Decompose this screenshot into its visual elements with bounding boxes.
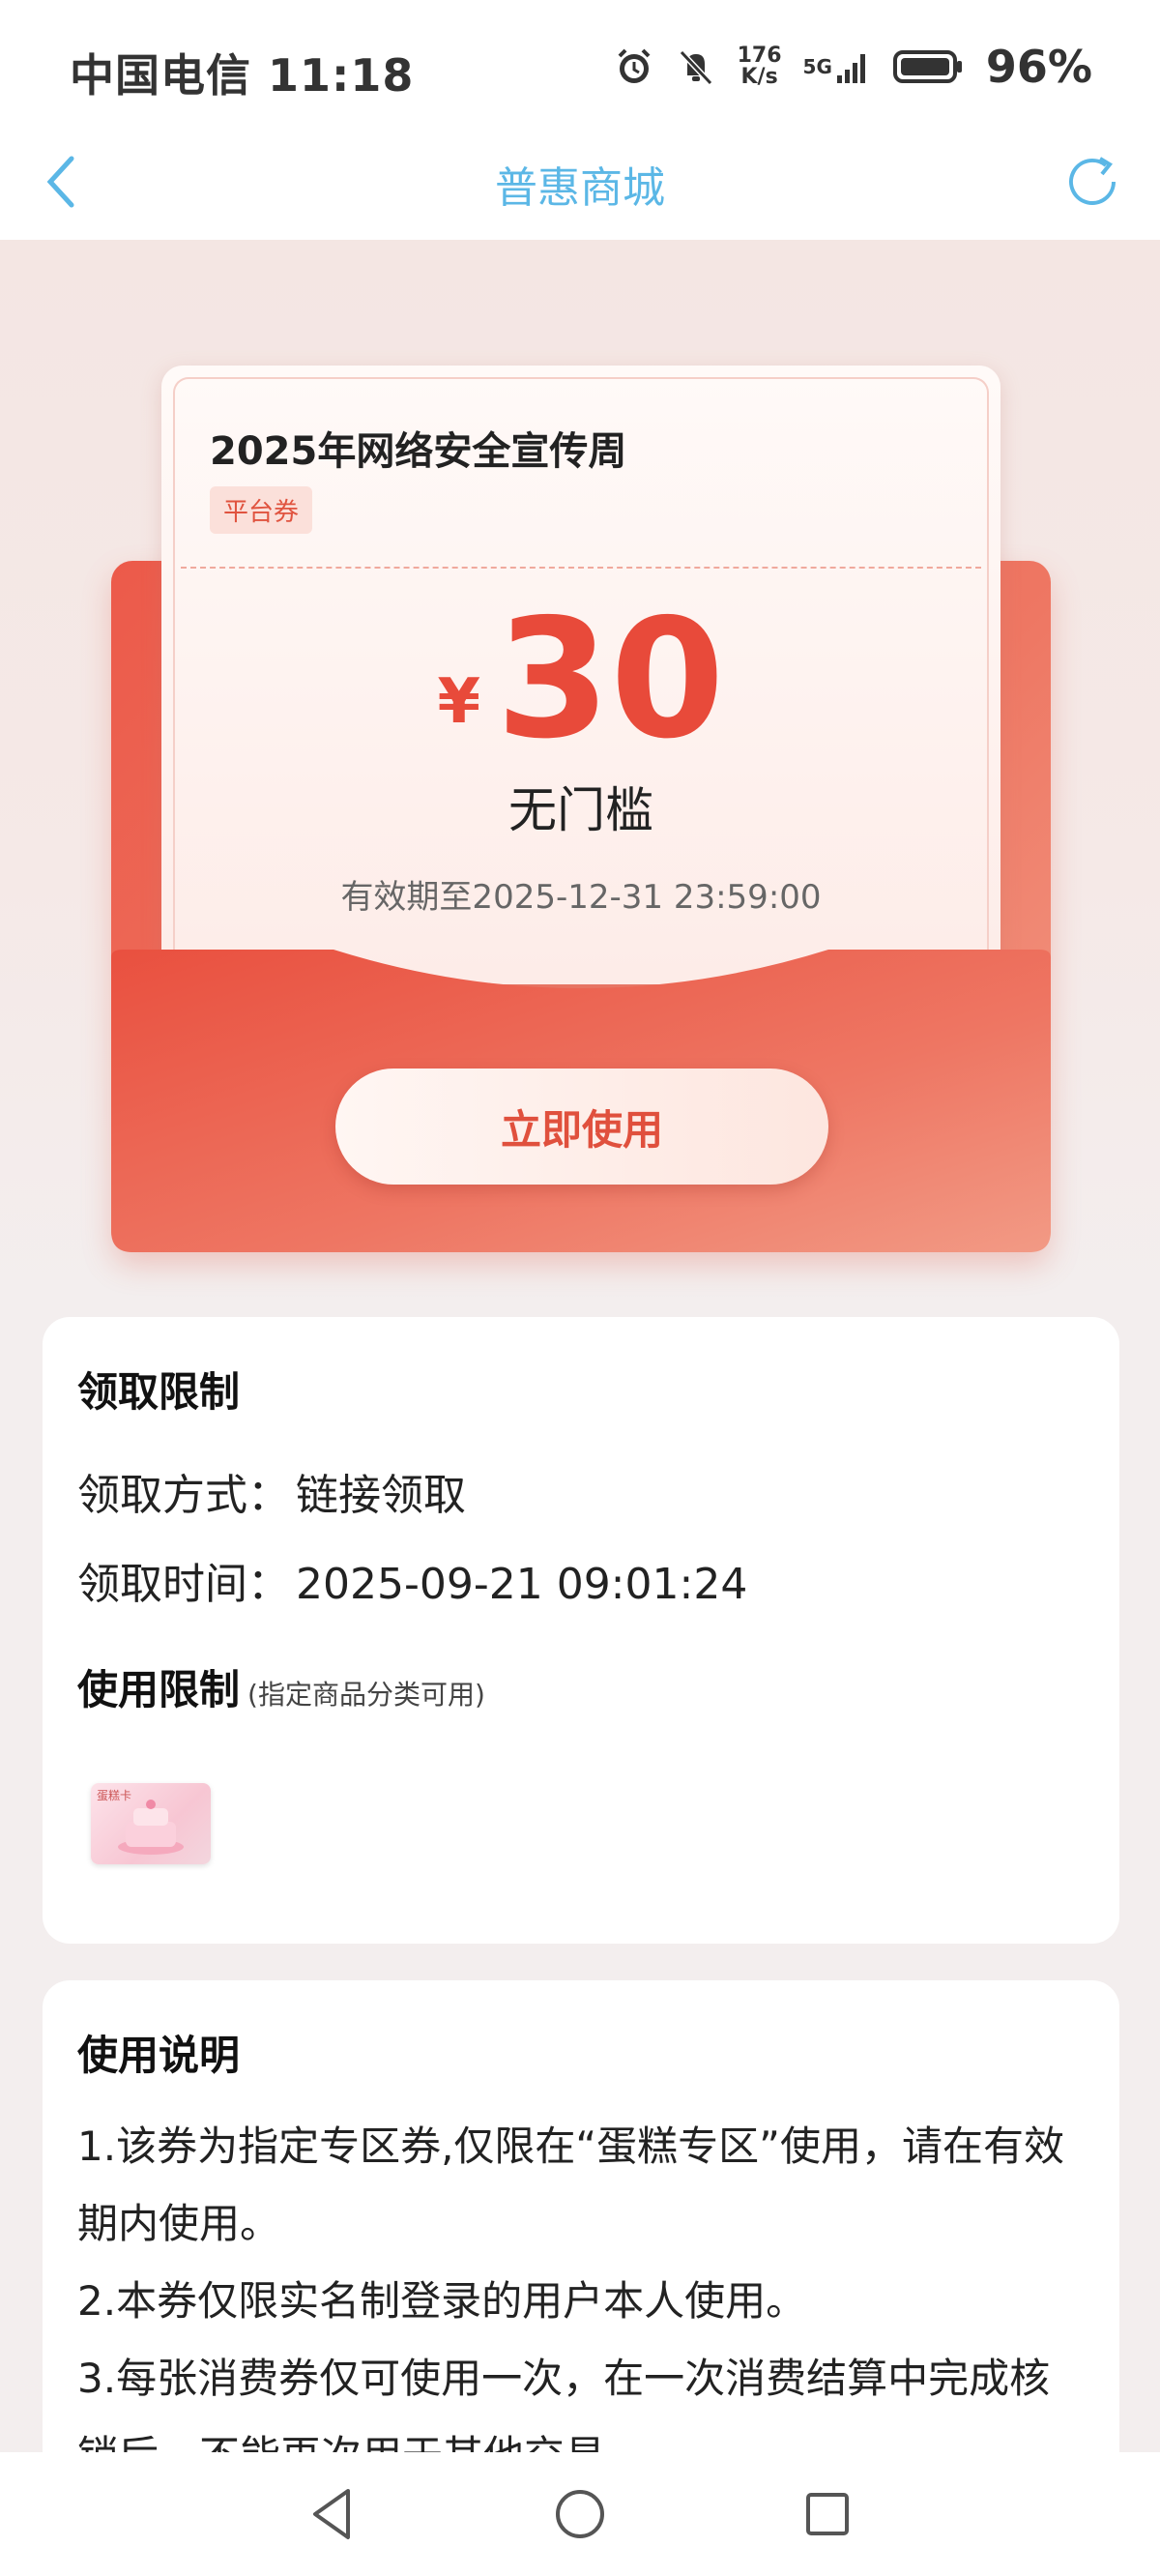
net-speed-unit: K/s [740, 65, 778, 89]
recents-square-icon[interactable] [797, 2483, 858, 2545]
home-circle-icon[interactable] [549, 2483, 611, 2545]
receive-time-label: 领取时间： [77, 1560, 290, 1609]
alarm-icon [614, 46, 654, 87]
mute-icon [676, 46, 716, 87]
refresh-icon[interactable] [1059, 149, 1125, 215]
system-nav-bar [0, 2452, 1160, 2576]
instruction-item: 2.本券仅限实名制登录的用户本人使用。 [77, 2277, 807, 2325]
receive-time-row: 领取时间： 2025-09-21 09:01:24 [77, 1549, 747, 1611]
product-thumbnail[interactable]: 蛋糕卡 [91, 1783, 211, 1864]
receive-method-value: 链接领取 [296, 1471, 466, 1520]
currency-symbol: ¥ [437, 666, 480, 738]
carrier-time: 中国电信 11:18 [70, 49, 415, 102]
receive-time-value: 2025-09-21 09:01:24 [296, 1560, 748, 1609]
coupon-validity: 有效期至2025-12-31 23:59:00 [340, 878, 822, 917]
status-bar: 中国电信 11:18 176 K/s 5G 96% [0, 0, 1160, 126]
use-now-button[interactable]: 立即使用 [335, 1068, 828, 1185]
coupon-card: 2025年网络安全宣传周 平台券 ¥30 无门槛 有效期至2025-12-31 … [161, 366, 1000, 984]
coupon-value: 30 [495, 584, 725, 776]
battery-percent: 96% [985, 41, 1092, 93]
usage-heading-text: 使用限制 [77, 1666, 241, 1713]
receive-restriction-card: 领取限制 领取方式： 链接领取 领取时间： 2025-09-21 09:01:24 … [43, 1317, 1119, 1944]
instructions-text: 1.该券为指定专区券,仅限在“蛋糕专区”使用，请在有效期内使用。 2.本券仅限实… [77, 2108, 1071, 2495]
receive-method-label: 领取方式： [77, 1471, 290, 1520]
status-icons: 176 K/s 5G 96% [614, 41, 1092, 93]
instruction-item: 1.该券为指定专区券,仅限在“蛋糕专区”使用，请在有效期内使用。 [77, 2122, 1064, 2247]
coupon-title: 2025年网络安全宣传周 [210, 429, 627, 474]
network-type: 5G [802, 55, 832, 78]
signal-icon: 5G [803, 48, 872, 85]
coupon-threshold: 无门槛 [508, 782, 653, 838]
usage-note: (指定商品分类可用) [247, 1679, 485, 1711]
net-speed-value: 176 [737, 44, 782, 68]
coupon-divider [181, 567, 981, 569]
usage-restriction-heading: 使用限制 (指定商品分类可用) [77, 1657, 485, 1716]
battery-icon [892, 48, 965, 85]
net-speed: 176 K/s [738, 45, 782, 88]
usage-instructions-card: 使用说明 1.该券为指定专区券,仅限在“蛋糕专区”使用，请在有效期内使用。 2.… [43, 1980, 1119, 2522]
product-thumb-label: 蛋糕卡 [97, 1789, 132, 1802]
receive-method-row: 领取方式： 链接领取 [77, 1460, 466, 1522]
page-title: 普惠商城 [495, 163, 665, 213]
instructions-heading: 使用说明 [77, 2032, 241, 2079]
coupon-amount: ¥30 [161, 598, 1000, 762]
coupon-type-badge: 平台券 [210, 486, 313, 534]
nav-bar: 普惠商城 [0, 126, 1160, 240]
back-triangle-icon[interactable] [302, 2483, 363, 2545]
receive-heading: 领取限制 [77, 1368, 241, 1416]
